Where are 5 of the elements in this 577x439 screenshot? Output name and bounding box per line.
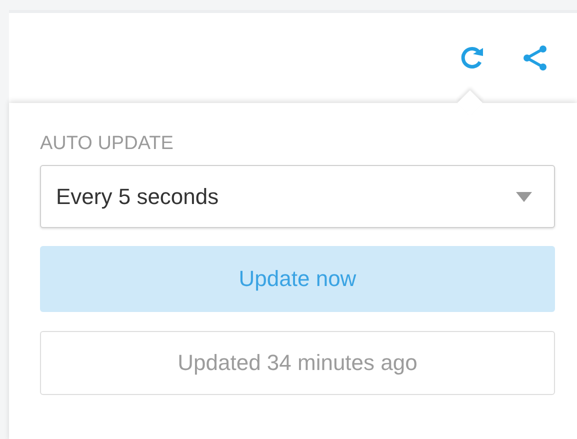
interval-dropdown[interactable]: Every 5 seconds (40, 165, 555, 228)
auto-update-label: AUTO UPDATE (40, 133, 174, 155)
share-icon (521, 44, 549, 72)
last-updated-status: Updated 34 minutes ago (40, 331, 555, 395)
dropdown-arrow-icon (516, 192, 532, 202)
